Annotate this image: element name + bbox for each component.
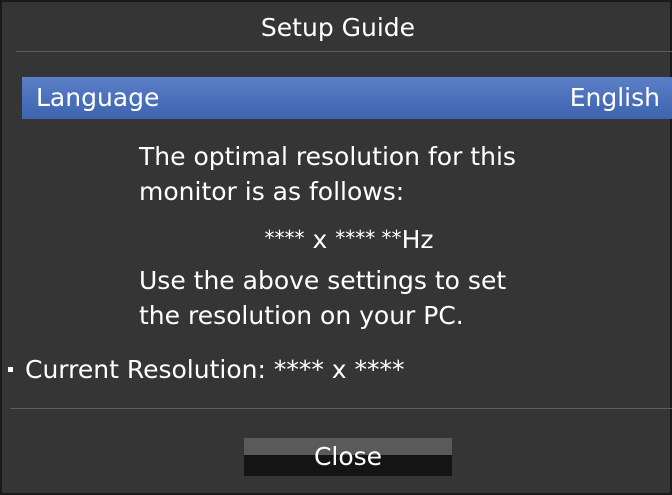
bullet-icon xyxy=(8,367,13,372)
footer-divider xyxy=(10,408,672,409)
res-separator: x xyxy=(304,225,336,254)
instruction-line-2: the resolution on your PC. xyxy=(139,301,464,330)
res-height: **** xyxy=(335,226,376,250)
current-resolution-text: Current Resolution: **** x **** xyxy=(25,355,405,384)
title-divider xyxy=(16,51,672,52)
instruction-line-1: Use the above settings to set xyxy=(139,266,507,295)
instruction-message: Use the above settings to set the resolu… xyxy=(139,263,579,333)
res-refresh: ** xyxy=(375,226,402,250)
dialog-title: Setup Guide xyxy=(260,13,416,42)
optimal-resolution: **** x **** **Hz xyxy=(2,220,672,258)
language-row[interactable]: Language English xyxy=(22,77,672,119)
message-line-1: The optimal resolution for this xyxy=(139,142,516,171)
res-width: **** xyxy=(264,226,305,250)
resolution-message: The optimal resolution for this monitor … xyxy=(139,139,579,209)
current-resolution: Current Resolution: **** x **** xyxy=(8,352,405,388)
setup-guide-dialog: Setup Guide Language English The optimal… xyxy=(0,0,672,495)
language-label: Language xyxy=(36,83,160,112)
language-value[interactable]: English xyxy=(570,77,660,119)
res-hz-unit: Hz xyxy=(401,225,434,254)
message-line-2: monitor is as follows: xyxy=(139,177,405,206)
close-button[interactable]: Close xyxy=(244,438,452,476)
